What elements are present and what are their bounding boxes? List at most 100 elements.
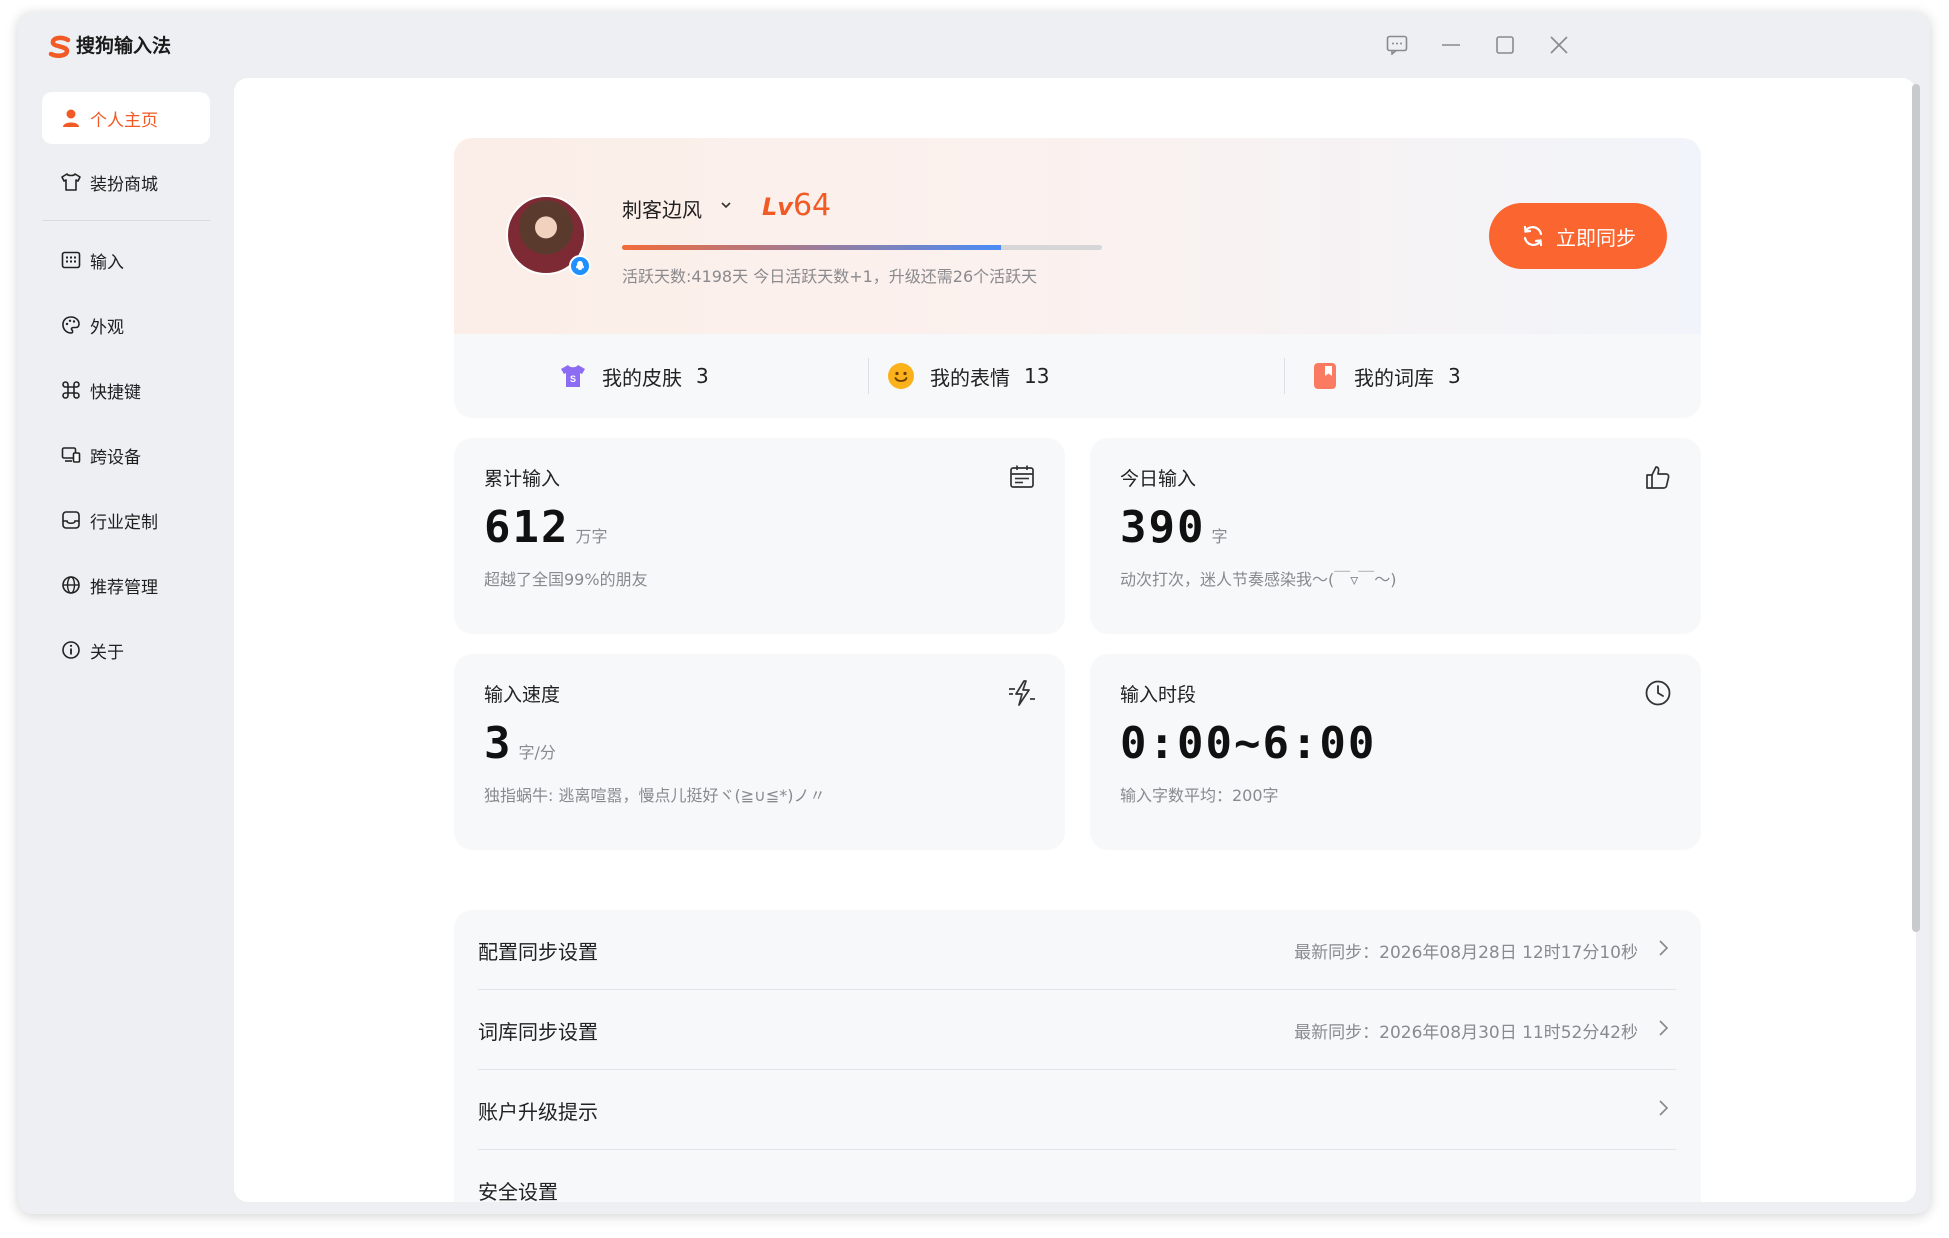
stat-label: 我的皮肤 [602, 365, 682, 390]
card-label: 累计输入 [484, 468, 561, 490]
qq-badge-icon [569, 255, 591, 277]
card-input-period: 输入时段 0:00~6:00 输入字数平均：200字 [1090, 654, 1701, 850]
scrollbar[interactable] [1912, 84, 1920, 932]
settings-row-status: 最新同步：2026年08月28日 12时17分10秒 [1294, 943, 1638, 963]
clock-icon[interactable] [1643, 678, 1673, 708]
stat-my-dictionary[interactable]: 我的词库 3 [1310, 334, 1461, 418]
chevron-right-icon [1659, 1020, 1669, 1036]
sidebar-item-dress-shop[interactable]: 装扮商城 [42, 156, 210, 208]
card-label: 输入速度 [484, 684, 561, 706]
sidebar-item-label: 装扮商城 [90, 174, 158, 195]
level-number: 64 [792, 188, 832, 223]
sidebar-item-appearance[interactable]: 外观 [42, 299, 210, 351]
message-icon [1386, 35, 1408, 55]
sidebar-item-shortcuts[interactable]: 快捷键 [42, 364, 210, 416]
info-icon [60, 639, 82, 661]
stats-row: S 我的皮肤 3 我的表情 13 我的词库 3 [454, 334, 1701, 418]
sidebar-divider [42, 220, 210, 221]
exp-progress-fill [622, 245, 1002, 250]
user-icon [60, 107, 82, 129]
card-description: 独指蜗牛: 逃离喧嚣，慢点儿挺好ヾ(≧∪≦*)ノ〃 [484, 786, 826, 805]
calendar-icon[interactable] [1007, 462, 1037, 492]
palette-icon [60, 314, 82, 336]
stat-label: 我的表情 [930, 365, 1010, 390]
settings-row-security[interactable]: 安全设置 [478, 1150, 1676, 1202]
settings-row-status: 最新同步：2026年08月30日 11时52分42秒 [1294, 1023, 1638, 1043]
sync-button-label: 立即同步 [1556, 225, 1636, 250]
sidebar-item-label: 行业定制 [90, 512, 158, 533]
sidebar-item-label: 快捷键 [90, 382, 141, 403]
settings-row-config-sync[interactable]: 配置同步设置 最新同步：2026年08月28日 12时17分10秒 [478, 910, 1676, 990]
level-prefix: Lv [762, 193, 793, 221]
card-description: 动次打次，迷人节奏感染我～(￣▿￣～) [1120, 570, 1397, 589]
title-bar: 搜狗输入法 [18, 12, 1930, 76]
thumbs-up-icon[interactable] [1643, 462, 1673, 492]
feedback-button[interactable] [1382, 30, 1412, 60]
card-unit: 字 [1211, 527, 1228, 546]
card-total-input: 累计输入 612 万字 超越了全国99%的朋友 [454, 438, 1065, 634]
sidebar-item-label: 跨设备 [90, 447, 141, 468]
sidebar-item-about[interactable]: 关于 [42, 624, 210, 676]
settings-row-dict-sync[interactable]: 词库同步设置 最新同步：2026年08月30日 11时52分42秒 [478, 990, 1676, 1070]
stat-divider [1284, 358, 1285, 394]
command-icon [60, 379, 82, 401]
profile-card: 刺客边风 Lv64 活跃天数:4198天 今日活跃天数+1，升级还需26个活跃天… [454, 138, 1701, 334]
tshirt-icon [60, 171, 82, 193]
sidebar-item-label: 关于 [90, 642, 124, 663]
sidebar-item-label: 外观 [90, 317, 124, 338]
card-value: 612 万字 [484, 502, 608, 553]
card-today-input: 今日输入 390 字 动次打次，迷人节奏感染我～(￣▿￣～) [1090, 438, 1701, 634]
sidebar-item-cross-device[interactable]: 跨设备 [42, 429, 210, 481]
stat-count: 3 [696, 364, 709, 388]
sogou-logo-icon [48, 35, 71, 58]
settings-row-upgrade-tips[interactable]: 账户升级提示 [478, 1070, 1676, 1150]
stat-count: 13 [1024, 364, 1050, 388]
close-button[interactable] [1544, 30, 1574, 60]
card-description: 超越了全国99%的朋友 [484, 570, 648, 589]
maximize-button[interactable] [1490, 30, 1520, 60]
stat-divider [868, 358, 869, 394]
card-input-speed: 输入速度 3 字/分 独指蜗牛: 逃离喧嚣，慢点儿挺好ヾ(≧∪≦*)ノ〃 [454, 654, 1065, 850]
card-value: 0:00~6:00 [1120, 718, 1377, 769]
settings-row-title: 账户升级提示 [478, 1100, 598, 1124]
sidebar-item-industry[interactable]: 行业定制 [42, 494, 210, 546]
maximize-icon [1496, 36, 1514, 54]
app-title: 搜狗输入法 [76, 35, 172, 57]
skin-shirt-icon: S [558, 361, 588, 391]
app-window: 搜狗输入法 个人主页 装扮商城 输入 外观 快捷键 跨设备 行业定制 推荐管理 … [18, 12, 1930, 1214]
stat-my-skins[interactable]: S 我的皮肤 3 [558, 334, 709, 418]
exp-text: 活跃天数:4198天 今日活跃天数+1，升级还需26个活跃天 [622, 267, 1038, 286]
sidebar-item-label: 个人主页 [90, 110, 158, 131]
card-label: 输入时段 [1120, 684, 1197, 706]
globe-icon [60, 574, 82, 596]
card-value: 3 字/分 [484, 718, 556, 769]
level-badge: Lv64 [762, 188, 831, 223]
settings-row-title: 配置同步设置 [478, 940, 598, 964]
minimize-icon [1442, 44, 1460, 46]
username[interactable]: 刺客边风 [622, 194, 702, 223]
chevron-right-icon [1659, 940, 1669, 956]
settings-row-title: 词库同步设置 [478, 1020, 598, 1044]
minimize-button[interactable] [1436, 30, 1466, 60]
sidebar-item-recommendation[interactable]: 推荐管理 [42, 559, 210, 611]
sidebar: 个人主页 装扮商城 输入 外观 快捷键 跨设备 行业定制 推荐管理 关于 [18, 76, 228, 1214]
sidebar-item-profile[interactable]: 个人主页 [42, 92, 210, 144]
sync-now-button[interactable]: 立即同步 [1489, 203, 1667, 269]
stat-label: 我的词库 [1354, 365, 1434, 390]
settings-list: 配置同步设置 最新同步：2026年08月28日 12时17分10秒 词库同步设置… [454, 910, 1701, 1202]
sidebar-item-label: 输入 [90, 252, 124, 273]
chevron-down-icon[interactable] [719, 198, 733, 212]
smiley-icon [886, 361, 916, 391]
card-label: 今日输入 [1120, 468, 1197, 490]
sidebar-item-input[interactable]: 输入 [42, 234, 210, 286]
tray-icon [60, 509, 82, 531]
dictionary-book-icon [1310, 361, 1340, 391]
sidebar-item-label: 推荐管理 [90, 577, 158, 598]
lightning-icon[interactable] [1007, 678, 1037, 708]
sync-icon [1520, 223, 1546, 249]
card-unit: 字/分 [518, 743, 556, 762]
settings-row-title: 安全设置 [478, 1180, 558, 1202]
main-panel: 刺客边风 Lv64 活跃天数:4198天 今日活跃天数+1，升级还需26个活跃天… [234, 78, 1916, 1202]
stat-count: 3 [1448, 364, 1461, 388]
stat-my-emoji[interactable]: 我的表情 13 [886, 334, 1049, 418]
